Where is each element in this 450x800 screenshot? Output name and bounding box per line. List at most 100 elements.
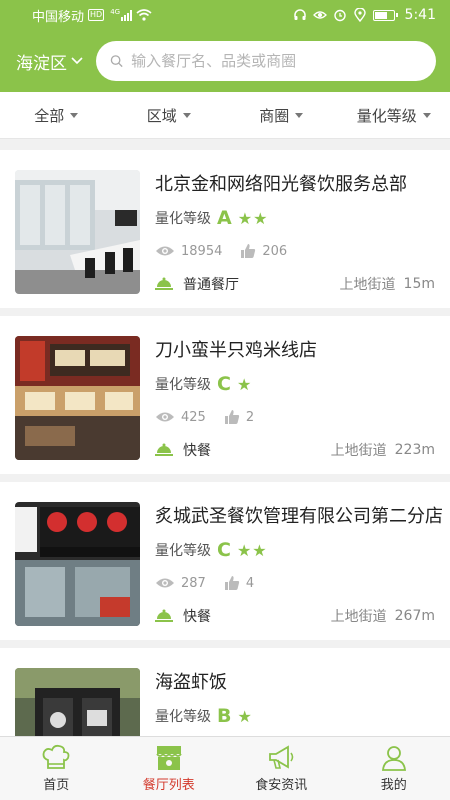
status-bar: 中国移动 HD 4G 5:41: [0, 0, 450, 30]
district-label: 海淀区: [16, 53, 67, 74]
tab-profile[interactable]: 我的: [338, 737, 450, 800]
alarm-icon: [333, 9, 346, 22]
grade-letter: A: [217, 207, 232, 229]
status-right: 5:41: [293, 7, 436, 23]
location-icon: [353, 8, 366, 22]
grade-label: 量化等级: [155, 709, 211, 725]
cloche-icon: [155, 277, 173, 290]
view-count: 425: [181, 409, 206, 425]
street: 上地街道: [330, 443, 387, 459]
chef-hat-icon: [42, 744, 70, 769]
like-count: 2: [245, 409, 255, 425]
dropdown-arrow-icon: [295, 112, 304, 118]
meta-row: 快餐 上地街道 267m: [155, 606, 435, 626]
star-rating: ★: [237, 706, 253, 726]
hd-badge: HD: [88, 9, 105, 21]
stats-row: 287 4: [155, 575, 254, 591]
carrier-group: 中国移动 HD 4G: [32, 6, 293, 25]
search-input[interactable]: [131, 52, 436, 70]
filter-all[interactable]: 全部: [0, 92, 113, 138]
grade-label: 量化等级: [155, 543, 211, 559]
meta-row: 普通餐厅 上地街道 15m: [155, 274, 435, 294]
district-selector[interactable]: 海淀区: [16, 49, 96, 74]
thumbs-up-icon[interactable]: [240, 243, 256, 259]
eye-icon: [312, 11, 327, 19]
thumbs-up-icon[interactable]: [224, 409, 240, 425]
view-count: 18954: [181, 243, 223, 259]
filter-bar: 全部 区域 商圈 量化等级: [0, 92, 450, 139]
tab-restaurant-list[interactable]: 餐厅列表: [113, 737, 226, 800]
filter-label: 区域: [146, 106, 177, 125]
dropdown-arrow-icon: [182, 112, 191, 118]
grade-letter: C: [217, 539, 231, 561]
street: 上地街道: [339, 277, 396, 293]
restaurant-card[interactable]: 刀小蛮半只鸡米线店 量化等级 C ★ 425 2 快餐 上地街道 223m: [0, 316, 450, 474]
eye-icon: [156, 578, 174, 588]
restaurant-name: 海盗虾饭: [155, 672, 227, 693]
restaurant-photo: [15, 170, 140, 294]
restaurant-photo: [15, 668, 140, 736]
restaurant-name: 炙城武圣餐饮管理有限公司第二分店: [155, 506, 443, 527]
grade-label: 量化等级: [155, 211, 211, 227]
restaurant-photo: [15, 502, 140, 626]
filter-business-district[interactable]: 商圈: [225, 92, 338, 138]
distance: 267m: [394, 608, 435, 624]
category: 快餐: [183, 609, 211, 625]
star-rating: ★: [236, 374, 253, 394]
headset-icon: [293, 9, 306, 20]
view-count: 287: [181, 575, 206, 591]
like-count: 206: [262, 243, 288, 259]
thumbs-up-icon[interactable]: [224, 575, 240, 591]
carrier-name: 中国移动: [32, 9, 85, 25]
bottom-tab-bar: 首页 餐厅列表 食安资讯 我的: [0, 736, 450, 800]
like-count: 4: [245, 575, 255, 591]
restaurant-name: 北京金和网络阳光餐饮服务总部: [155, 174, 407, 195]
person-icon: [381, 746, 406, 771]
meta-row: 快餐 上地街道 223m: [155, 440, 435, 460]
wifi-icon: [136, 9, 152, 21]
stats-row: 18954 206: [155, 243, 287, 259]
restaurant-card[interactable]: 炙城武圣餐饮管理有限公司第二分店 量化等级 C ★★ 287 4 快餐 上地街道…: [0, 482, 450, 640]
star-rating: ★★: [237, 208, 269, 228]
filter-label: 商圈: [259, 106, 290, 125]
grade-row: 量化等级 B ★: [155, 705, 253, 727]
street: 上地街道: [330, 609, 387, 625]
filter-area[interactable]: 区域: [113, 92, 226, 138]
eye-icon: [156, 246, 174, 256]
clock: 5:41: [404, 7, 436, 23]
tab-label: 我的: [380, 778, 407, 793]
restaurant-list[interactable]: 北京金和网络阳光餐饮服务总部 量化等级 A ★★ 18954 206 普通餐厅 …: [0, 140, 450, 736]
network-type: 4G: [110, 8, 121, 16]
signal-icon: 4G: [110, 8, 133, 21]
category: 普通餐厅: [183, 277, 239, 293]
tab-label: 首页: [43, 778, 70, 793]
chevron-down-icon: [71, 57, 83, 65]
grade-row: 量化等级 A ★★: [155, 207, 268, 229]
cloche-icon: [155, 609, 173, 622]
grade-letter: B: [217, 705, 232, 727]
grade-row: 量化等级 C ★: [155, 373, 252, 395]
star-rating: ★★: [236, 540, 268, 560]
restaurant-name: 刀小蛮半只鸡米线店: [155, 340, 317, 361]
search-icon: [110, 55, 123, 68]
grade-label: 量化等级: [155, 377, 211, 393]
tab-food-safety-news[interactable]: 食安资讯: [225, 737, 338, 800]
stats-row: 425 2: [155, 409, 254, 425]
filter-grade[interactable]: 量化等级: [338, 92, 450, 138]
distance: 15m: [403, 276, 435, 292]
tab-label: 餐厅列表: [142, 778, 195, 793]
storefront-icon: [156, 746, 182, 770]
restaurant-photo: [15, 336, 140, 460]
restaurant-card[interactable]: 海盗虾饭 量化等级 B ★ 1327 9: [0, 648, 450, 736]
eye-icon: [156, 412, 174, 422]
dropdown-arrow-icon: [70, 112, 79, 118]
category: 快餐: [183, 443, 211, 459]
distance: 223m: [394, 442, 435, 458]
cloche-icon: [155, 443, 173, 456]
filter-label: 全部: [34, 106, 65, 125]
tab-home[interactable]: 首页: [0, 737, 113, 800]
filter-label: 量化等级: [356, 106, 417, 125]
restaurant-card[interactable]: 北京金和网络阳光餐饮服务总部 量化等级 A ★★ 18954 206 普通餐厅 …: [0, 150, 450, 308]
top-bar: 海淀区: [0, 30, 450, 92]
search-box[interactable]: [96, 41, 436, 81]
